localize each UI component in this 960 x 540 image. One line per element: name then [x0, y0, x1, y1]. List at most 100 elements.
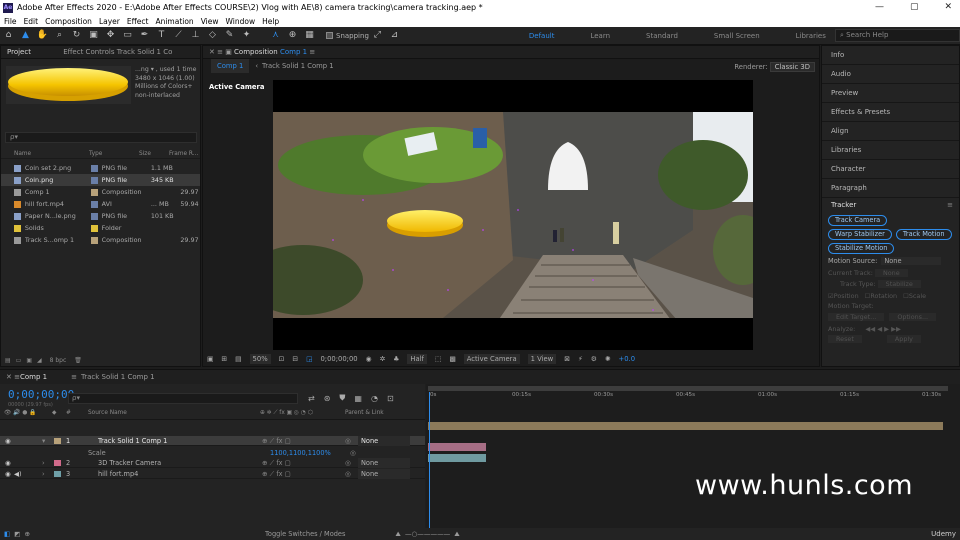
search-help-input[interactable]: ⌕ Search Help	[835, 29, 960, 42]
project-item[interactable]: Coin.png PNG file 345 KB	[1, 174, 200, 186]
project-item[interactable]: Paper N...le.png PNG file 101 KB	[1, 210, 200, 222]
snapping-toggle[interactable]: Snapping	[326, 32, 369, 40]
parent-pickwhip-icon[interactable]: ◎	[345, 469, 351, 479]
in-out-icon[interactable]: ◩	[14, 530, 20, 538]
column-frame-rate[interactable]: Frame R...	[169, 151, 198, 157]
edit-target-button[interactable]: Edit Target...	[828, 313, 885, 321]
project-item[interactable]: Track S...omp 1 Composition 29.97	[1, 234, 200, 246]
delete-icon[interactable]: 🗑	[74, 357, 82, 364]
project-search-input[interactable]: ρ▾	[5, 132, 197, 143]
tracker-menu-icon[interactable]: ≡	[947, 198, 953, 213]
label-swatch[interactable]	[90, 236, 98, 244]
panel-info[interactable]: Info	[822, 46, 959, 65]
motion-blur-icon[interactable]: ◔	[371, 394, 378, 403]
zoom-dropdown[interactable]: 50%	[249, 354, 271, 364]
panel-menu-icon[interactable]: ≡	[309, 48, 315, 56]
label-swatch[interactable]	[90, 176, 98, 184]
warp-stabilizer-button[interactable]: Warp Stabilizer	[828, 229, 892, 240]
visibility-eye-icon[interactable]: ◉	[5, 469, 11, 479]
parent-pickwhip-icon[interactable]: ◎	[345, 458, 351, 468]
label-swatch[interactable]	[90, 164, 98, 172]
track-motion-button[interactable]: Track Motion	[895, 229, 952, 240]
parent-pickwhip-icon[interactable]: ◎	[345, 436, 351, 446]
column-type[interactable]: Type	[89, 151, 139, 157]
project-item[interactable]: Comp 1 Composition 29.97	[1, 186, 200, 198]
layer-row[interactable]: ◉ ◀) › 3 hill fort.mp4 ⊕ ⟋ fx ▢ ◎ None	[0, 469, 425, 479]
composition-mini-flowchart-icon[interactable]: ⇄	[308, 394, 315, 403]
layer-switches-icon[interactable]: ⊕ ⟋ fx ▢	[262, 469, 291, 479]
panel-audio[interactable]: Audio	[822, 65, 959, 84]
camera-view-dropdown[interactable]: Active Camera	[463, 354, 520, 364]
project-item[interactable]: Solids Folder	[1, 222, 200, 234]
tab-timeline-comp-1[interactable]: Comp 1	[20, 370, 47, 384]
track-camera-button[interactable]: Track Camera	[828, 215, 888, 226]
timeline-current-time[interactable]: 0;00;00;00	[8, 388, 74, 401]
home-icon[interactable]: ⌂	[2, 29, 15, 42]
show-channel-icon[interactable]: ✲	[380, 355, 386, 363]
eraser-tool-icon[interactable]: ◇	[206, 29, 219, 42]
stretch-icon[interactable]: ⊕	[24, 530, 30, 538]
panel-paragraph[interactable]: Paragraph	[822, 179, 959, 198]
parent-link-column[interactable]: Parent & Link	[345, 410, 384, 416]
region-of-interest-icon[interactable]: ⬚	[435, 355, 441, 363]
timeline-search-input[interactable]: ρ▾	[68, 393, 298, 404]
label-swatch[interactable]	[90, 188, 98, 196]
reset-exposure-icon[interactable]: ✺	[605, 355, 611, 363]
breadcrumb-comp-1[interactable]: Comp 1	[211, 59, 250, 73]
layer-switches-icon[interactable]: ⊕ ⟋ fx ▢	[262, 458, 291, 468]
analyze-back-icon[interactable]: ◀◀ ◀ ▶ ▶▶	[865, 325, 901, 333]
flowchart-icon[interactable]: ⚙	[591, 355, 597, 363]
resolution-dropdown[interactable]: Half	[407, 354, 427, 364]
renderer-value[interactable]: Classic 3D	[769, 62, 815, 72]
new-folder-icon[interactable]: ▭	[16, 357, 22, 364]
layer-bar-3[interactable]	[428, 454, 486, 462]
menu-effect[interactable]: Effect	[127, 17, 149, 26]
clone-stamp-tool-icon[interactable]: ⊥	[189, 29, 202, 42]
camera-tool-icon[interactable]: ▣	[87, 29, 100, 42]
transparency-grid-icon[interactable]: ▩	[449, 355, 455, 363]
hand-tool-icon[interactable]: ✋	[36, 29, 49, 42]
layer-name[interactable]: hill fort.mp4	[98, 469, 138, 479]
tab-project[interactable]: Project	[7, 48, 31, 56]
close-tab-icon[interactable]: ✕ ≡	[6, 370, 20, 384]
frame-blending-icon[interactable]: ▦	[354, 394, 362, 403]
work-area-bar[interactable]	[428, 386, 948, 391]
lock-icon[interactable]: ▣	[225, 48, 234, 56]
expand-arrow-icon[interactable]: ›	[42, 469, 45, 479]
workspace-standard[interactable]: Standard	[646, 32, 678, 40]
track-type-dropdown[interactable]: Stabilize	[877, 280, 921, 288]
magnify-icon[interactable]: ▤	[235, 355, 241, 363]
tab-timeline-track-solid[interactable]: Track Solid 1 Comp 1	[81, 370, 155, 384]
zoom-tool-icon[interactable]: ⌕	[53, 29, 66, 42]
menu-edit[interactable]: Edit	[24, 17, 39, 26]
current-track-dropdown[interactable]: None	[874, 269, 908, 277]
exposure-value[interactable]: +0.0	[619, 355, 636, 363]
layer-name[interactable]: 3D Tracker Camera	[98, 458, 161, 468]
current-time-display[interactable]: 0;00;00;00	[320, 355, 357, 363]
menu-view[interactable]: View	[201, 17, 219, 26]
brush-tool-icon[interactable]: ⟋	[172, 29, 185, 42]
axis-local-icon[interactable]: ⋏	[269, 29, 282, 42]
snap-options-icon[interactable]: ⤢	[371, 29, 384, 42]
bpc-label[interactable]: 8 bpc	[50, 357, 67, 364]
panel-effects-presets[interactable]: Effects & Presets	[822, 103, 959, 122]
maximize-icon[interactable]: ▢	[910, 0, 919, 15]
pen-tool-icon[interactable]: ✒	[138, 29, 151, 42]
roto-brush-tool-icon[interactable]: ✎	[223, 29, 236, 42]
reset-button[interactable]: Reset	[828, 335, 862, 343]
close-icon[interactable]: ✕	[944, 0, 952, 15]
menu-window[interactable]: Window	[226, 17, 256, 26]
layer-switches-icon[interactable]: ⊕ ⟋ fx ▢	[262, 436, 291, 446]
menu-file[interactable]: File	[4, 17, 17, 26]
type-tool-icon[interactable]: T	[155, 29, 168, 42]
snapping-checkbox[interactable]	[326, 32, 333, 39]
minimize-icon[interactable]: —	[875, 0, 884, 15]
expression-pickwhip-icon[interactable]: ◎	[350, 448, 356, 459]
project-item[interactable]: Coin set 2.png PNG file 1.1 MB	[1, 162, 200, 174]
parent-dropdown[interactable]: None	[358, 436, 410, 446]
panel-align[interactable]: Align	[822, 122, 959, 141]
label-swatch[interactable]	[90, 224, 98, 232]
label-swatch[interactable]	[90, 200, 98, 208]
renderer-control[interactable]: Renderer: Classic 3D	[734, 61, 815, 73]
zoom-out-icon[interactable]: ⛰	[395, 530, 401, 539]
